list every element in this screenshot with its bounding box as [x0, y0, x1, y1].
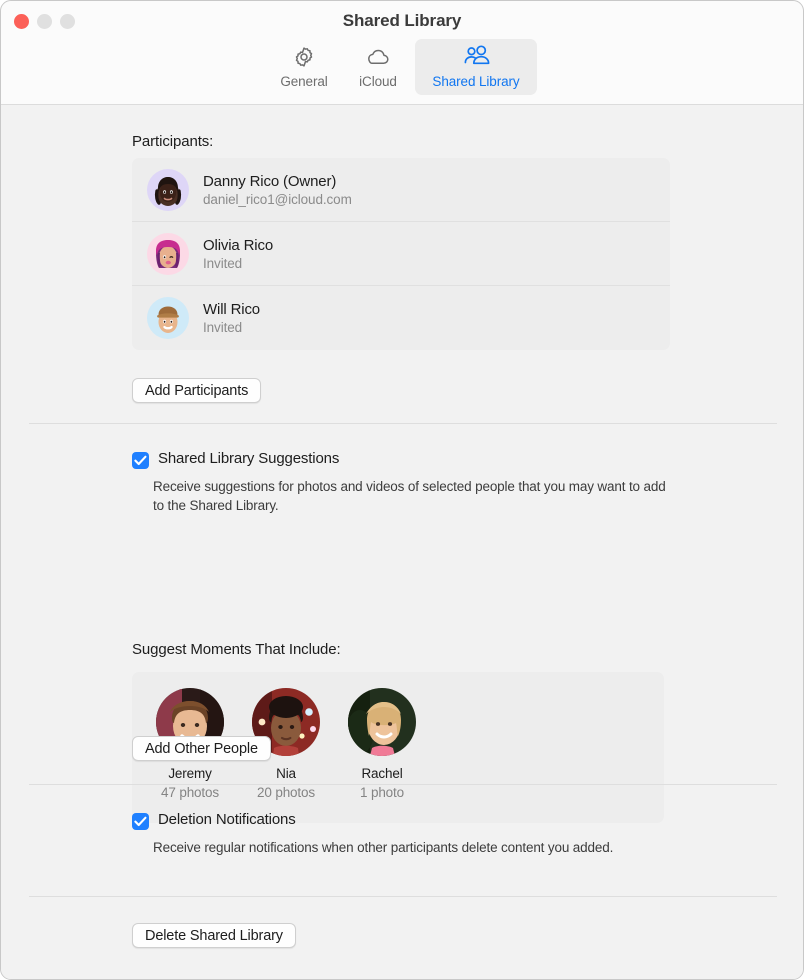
participant-sub: Invited [203, 255, 243, 271]
tab-general[interactable]: General [267, 39, 341, 95]
participant-sub: daniel_rico1@icloud.com [203, 191, 352, 207]
divider-deletion [29, 896, 777, 897]
participant-sub: Invited [203, 320, 243, 335]
deletion-notifications-description: Receive regular notifications when other… [153, 840, 614, 855]
preferences-window: Shared Library General iCloud Shared Lib… [0, 0, 804, 980]
participant-text: Danny Rico (Owner) daniel_rico1@icloud.c… [203, 173, 352, 207]
divider-suggestions [29, 784, 777, 785]
participants-label: Participants: [132, 133, 214, 150]
memoji-avatar-will [147, 297, 189, 339]
participant-name: Will Rico [203, 301, 260, 318]
participant-row[interactable]: Will Rico Invited [132, 286, 670, 350]
deletion-notifications-checkbox[interactable] [132, 813, 149, 830]
person-photo-count: 20 photos [257, 785, 315, 800]
deletion-notifications-checkbox-row[interactable]: Deletion Notifications [132, 811, 296, 830]
participant-text: Olivia Rico Invited [203, 237, 273, 271]
tab-general-label: General [280, 74, 328, 89]
memoji-avatar-danny [147, 168, 189, 211]
participant-row[interactable]: Olivia Rico Invited [132, 222, 670, 286]
participant-row[interactable]: Danny Rico (Owner) daniel_rico1@icloud.c… [132, 158, 670, 222]
tab-shared-library-label: Shared Library [432, 74, 520, 89]
shared-library-suggestions-description: Receive suggestions for photos and video… [153, 479, 666, 513]
person-photo-count: 47 photos [161, 785, 219, 800]
delete-shared-library-button[interactable]: Delete Shared Library [132, 923, 296, 948]
tab-icloud-label: iCloud [359, 74, 397, 89]
deletion-notifications-label: Deletion Notifications [158, 811, 296, 828]
person-photo-count: 1 photo [360, 785, 404, 800]
tab-shared-library[interactable]: Shared Library [415, 39, 537, 95]
person-name: Rachel [361, 766, 403, 781]
toolbar-tab-bar: General iCloud Shared Library [1, 39, 803, 95]
cloud-icon [365, 45, 391, 69]
window-toolbar: Shared Library General iCloud Shared Lib… [1, 1, 803, 105]
participant-name: Olivia Rico [203, 236, 274, 254]
memoji-avatar-olivia [147, 232, 189, 275]
participants-list: Danny Rico (Owner) daniel_rico1@icloud.c… [132, 158, 670, 350]
person-photo-rachel [348, 688, 416, 756]
gear-icon [292, 45, 316, 69]
tab-icloud[interactable]: iCloud [341, 39, 415, 95]
participant-text: Will Rico Invited [203, 301, 260, 335]
person-name: Jeremy [168, 766, 212, 781]
add-other-people-button[interactable]: Add Other People [132, 736, 271, 761]
participant-name: Danny Rico (Owner) [203, 172, 337, 190]
preferences-content: Participants: Danny Rico (Owner) daniel_… [1, 105, 803, 979]
window-title: Shared Library [342, 11, 462, 30]
shared-library-suggestions-label: Shared Library Suggestions [158, 450, 340, 467]
person-name: Nia [276, 766, 296, 781]
people-icon [461, 45, 491, 69]
suggest-moments-label: Suggest Moments That Include: [132, 641, 341, 658]
add-participants-button[interactable]: Add Participants [132, 378, 262, 403]
shared-library-suggestions-checkbox-row[interactable]: Shared Library Suggestions [132, 450, 339, 469]
divider-participants [29, 423, 777, 424]
shared-library-suggestions-checkbox[interactable] [132, 452, 149, 469]
